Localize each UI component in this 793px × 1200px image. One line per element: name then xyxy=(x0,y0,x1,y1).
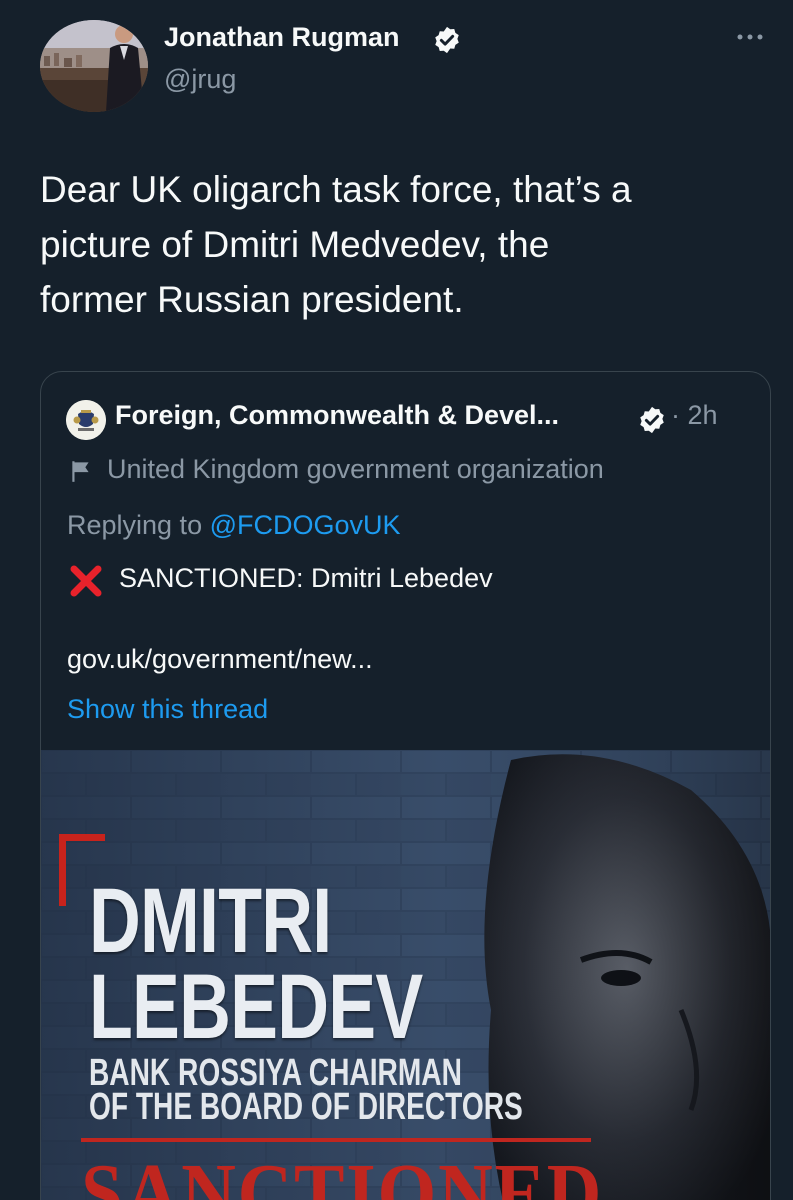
poster-subtitle: BANK ROSSIYA CHAIRMAN OF THE BOARD OF DI… xyxy=(89,1052,523,1128)
replying-to: Replying to @FCDOGovUK xyxy=(67,510,401,541)
quoted-timestamp[interactable]: · 2h xyxy=(671,400,718,431)
tweet-text-line: former Russian president. xyxy=(40,279,464,320)
organization-label: United Kingdom government organization xyxy=(107,454,604,484)
poster-subtitle-line: OF THE BOARD OF DIRECTORS xyxy=(89,1086,523,1128)
poster-divider xyxy=(81,1138,591,1142)
poster-title: DMITRI LEBEDEV xyxy=(89,870,423,1058)
flag-icon xyxy=(72,461,89,482)
poster-title-line: DMITRI xyxy=(89,870,332,972)
tweet-text-line: Dear UK oligarch task force, that’s a xyxy=(40,169,632,210)
show-thread-link[interactable]: Show this thread xyxy=(67,694,268,725)
replying-prefix: Replying to xyxy=(67,510,210,540)
mention-link[interactable]: @FCDOGovUK xyxy=(210,510,401,540)
more-options-icon[interactable] xyxy=(728,22,772,52)
verified-badge-icon xyxy=(435,26,459,54)
author-name[interactable]: Jonathan Rugman xyxy=(164,22,400,53)
tweet: Jonathan Rugman @jrug Dear UK oligarch t… xyxy=(0,0,793,1200)
gov-link[interactable]: gov.uk/government/new... xyxy=(67,644,373,675)
affiliate-badge-icon xyxy=(640,406,664,434)
poster-title-line: LEBEDEV xyxy=(89,956,423,1058)
crest-icon xyxy=(66,400,106,440)
poster-stamp: SANCTIONED xyxy=(81,1147,604,1200)
quoted-media-image[interactable]: DMITRI LEBEDEV BANK ROSSIYA CHAIRMAN OF … xyxy=(41,750,770,1200)
cross-mark-icon xyxy=(70,565,102,597)
author-avatar[interactable] xyxy=(40,20,148,112)
quoted-tweet[interactable]: Foreign, Commonwealth & Devel... · 2h Un… xyxy=(40,371,771,1200)
quoted-author-name[interactable]: Foreign, Commonwealth & Devel... xyxy=(115,400,559,431)
quoted-text: SANCTIONED: Dmitri Lebedev xyxy=(119,563,493,593)
poster-subtitle-line: BANK ROSSIYA CHAIRMAN xyxy=(89,1052,462,1094)
avatar-photo xyxy=(40,20,148,112)
tweet-text-line: picture of Dmitri Medvedev, the xyxy=(40,224,550,265)
author-handle[interactable]: @jrug xyxy=(164,64,236,95)
tweet-text: Dear UK oligarch task force, that’s a pi… xyxy=(40,162,760,327)
quoted-author-avatar[interactable] xyxy=(66,400,106,440)
